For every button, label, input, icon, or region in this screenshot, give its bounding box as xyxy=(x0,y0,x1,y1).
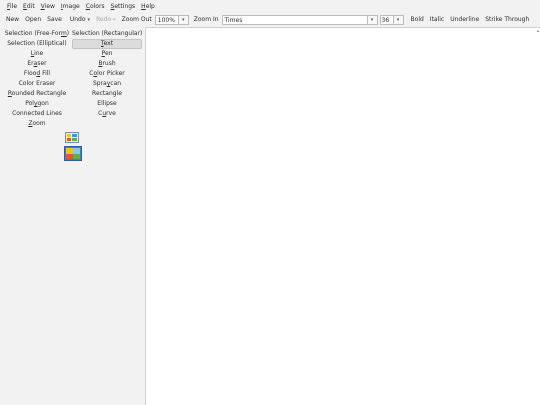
color-swap-icon[interactable] xyxy=(64,146,82,161)
tool-eraser[interactable]: Eraser xyxy=(2,59,72,69)
tool-label-part: oom xyxy=(32,120,46,127)
menu-label: elp xyxy=(145,3,155,10)
tool-label-part: lor Picker xyxy=(97,70,125,77)
tool-line[interactable]: Line xyxy=(2,49,72,59)
redo-dropdown-icon[interactable]: ▾ xyxy=(113,14,116,26)
menu-label: iew xyxy=(44,3,55,10)
zoom-in-button[interactable]: Zoom In xyxy=(191,14,222,26)
tool-label-part: Pol xyxy=(25,100,34,107)
tool-label-part: Selection (Rectangular) xyxy=(72,30,143,37)
zoom-level-input[interactable]: 100% xyxy=(154,15,179,25)
tool-selection-elliptical[interactable]: Selection (Elliptical) xyxy=(2,39,72,49)
tool-label-part: ext xyxy=(103,40,114,47)
tool-label-part: Color Eraser xyxy=(18,80,56,87)
tool-label-part: Floo xyxy=(23,70,37,77)
tool-label-part: Spra xyxy=(92,80,107,87)
tool-brush[interactable]: Brush xyxy=(72,59,142,69)
toolbar: New Open Save Undo ▾ Redo ▾ Zoom Out 100% … xyxy=(0,14,540,26)
tool-label-part: ounded Rectangle xyxy=(11,90,67,97)
tool-label-part: Connected Lines xyxy=(12,110,62,117)
undo-button[interactable]: Undo ▾ xyxy=(67,14,93,26)
scrollbar-up-icon[interactable]: ▴ xyxy=(537,28,539,33)
menu-label: dit xyxy=(26,3,35,10)
underline-button[interactable]: Underline xyxy=(447,14,482,26)
menu-help[interactable]: Help xyxy=(138,0,158,14)
tool-label-part: ine xyxy=(34,50,44,57)
tool-label-part: rve xyxy=(106,110,116,117)
tool-zoom[interactable]: Zoom xyxy=(2,119,72,129)
tool-label-part: Rectangle xyxy=(92,90,122,97)
menu-label: ile xyxy=(10,3,18,10)
font-size-input[interactable]: 36 xyxy=(379,15,394,25)
bold-button[interactable]: Bold xyxy=(408,14,427,26)
tool-connected-lines[interactable]: Connected Lines xyxy=(2,109,72,119)
tool-pen[interactable]: Pen xyxy=(72,49,142,59)
font-family-input[interactable]: Times xyxy=(221,15,368,25)
tool-polygon[interactable]: Polygon xyxy=(2,99,72,109)
italic-button[interactable]: Italic xyxy=(427,14,447,26)
menubar: File Edit View Image Colors Settings Help xyxy=(0,0,540,14)
tool-label-part: en xyxy=(104,50,113,57)
menu-label: olors xyxy=(89,3,105,10)
redo-button[interactable]: Redo ▾ xyxy=(93,14,119,26)
new-button[interactable]: New xyxy=(3,14,22,26)
menu-file[interactable]: File xyxy=(4,0,20,14)
menu-settings[interactable]: Settings xyxy=(108,0,139,14)
menu-image[interactable]: Image xyxy=(58,0,83,14)
menu-label: ettings xyxy=(114,3,136,10)
tool-label-part: Fill xyxy=(40,70,51,77)
tool-selection-free-form[interactable]: Selection (Free-Form) xyxy=(2,29,72,39)
undo-label: Undo xyxy=(69,16,86,23)
tool-color-eraser[interactable]: Color Eraser xyxy=(2,79,72,89)
menu-edit[interactable]: Edit xyxy=(20,0,38,14)
tool-text[interactable]: Text xyxy=(72,39,142,49)
tool-rounded-rectangle[interactable]: Rounded Rectangle xyxy=(2,89,72,99)
font-size-dropdown-icon[interactable]: ▾ xyxy=(393,15,404,25)
menu-colors[interactable]: Colors xyxy=(83,0,108,14)
tool-flood-fill[interactable]: Flood Fill xyxy=(2,69,72,79)
tool-rectangle[interactable]: Rectangle xyxy=(72,89,142,99)
menu-view[interactable]: View xyxy=(38,0,58,14)
tool-label-part: gon xyxy=(37,100,49,107)
tool-label-part: ) xyxy=(66,30,70,37)
save-button[interactable]: Save xyxy=(44,14,65,26)
undo-dropdown-icon[interactable]: ▾ xyxy=(88,14,91,26)
tool-label-part: Selection (Elliptical) xyxy=(7,40,67,47)
tool-label-part: Selection (Free-For xyxy=(4,30,61,37)
tool-ellipse[interactable]: Ellipse xyxy=(72,99,142,109)
tool-curve[interactable]: Curve xyxy=(72,109,142,119)
tool-label-part: rush xyxy=(102,60,116,67)
open-button[interactable]: Open xyxy=(22,14,44,26)
palette-icon[interactable] xyxy=(65,132,79,143)
tool-grid: Selection (Free-Form) Selection (Rectangu… xyxy=(2,29,143,129)
zoom-out-button[interactable]: Zoom Out xyxy=(119,14,155,26)
zoom-dropdown-icon[interactable]: ▾ xyxy=(178,15,189,25)
tool-label-part: ser xyxy=(37,60,47,67)
color-swatches xyxy=(64,132,84,161)
tool-selection-rectangular[interactable]: Selection (Rectangular) xyxy=(72,29,142,39)
font-family-dropdown-icon[interactable]: ▾ xyxy=(367,15,378,25)
tool-color-picker[interactable]: Color Picker xyxy=(72,69,142,79)
menu-label: mage xyxy=(62,3,80,10)
redo-label: Redo xyxy=(96,16,112,23)
tool-label-part: Ellipse xyxy=(97,100,117,107)
paint-app-window: File Edit View Image Colors Settings Help New … xyxy=(0,0,540,405)
drawing-canvas[interactable]: ▴ xyxy=(145,27,540,405)
tool-panel: Selection (Free-Form) Selection (Rectangu… xyxy=(0,27,145,405)
tool-spraycan[interactable]: Spraycan xyxy=(72,79,142,89)
strike-through-button[interactable]: Strike Through xyxy=(482,14,532,26)
tool-label-part: can xyxy=(110,80,122,87)
